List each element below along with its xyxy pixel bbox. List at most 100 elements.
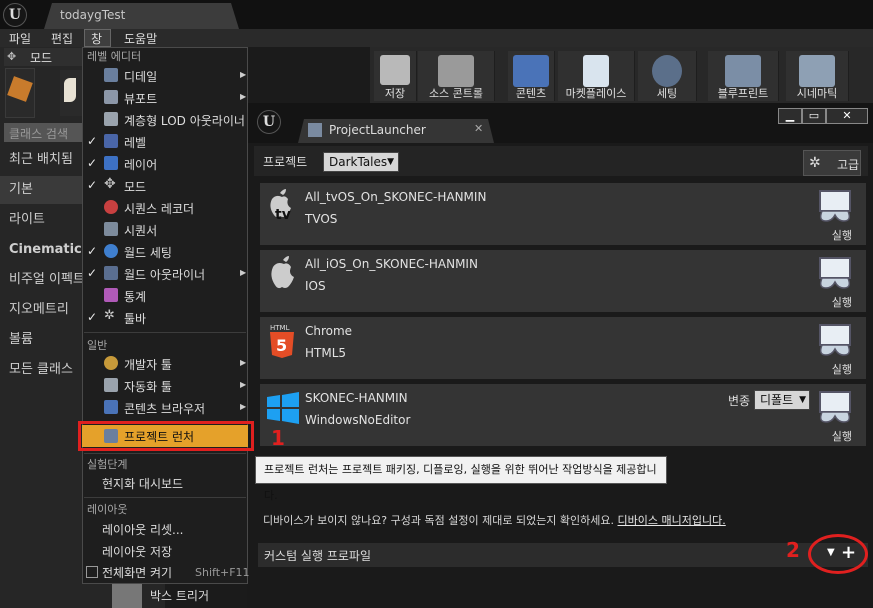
maximize-button[interactable]: ▭ xyxy=(802,108,826,124)
submenu-arrow-icon: ▶ xyxy=(240,380,247,389)
device-name: All_iOS_On_SKONEC-HANMIN xyxy=(305,257,478,271)
device-name: All_tvOS_On_SKONEC-HANMIN xyxy=(305,190,487,204)
place-mode-button[interactable] xyxy=(5,68,35,118)
section-layout: 레이아웃 xyxy=(87,503,128,516)
device-row-windows[interactable]: SKONEC-HANMIN WindowsNoEditor 변종 디폴트 ▼ 실… xyxy=(260,384,866,446)
menu-item-layers[interactable]: 레이어 xyxy=(124,156,157,173)
settings-button[interactable]: 세팅 xyxy=(638,51,697,101)
gamepad-icon[interactable] xyxy=(816,390,854,426)
settings-icon xyxy=(652,55,682,87)
modes-icon: ✥ xyxy=(104,176,116,192)
cinematics-label: 시네마틱 xyxy=(796,87,838,100)
menu-item-world-outliner[interactable]: 월드 아웃라이너 xyxy=(124,266,205,283)
blueprints-button[interactable]: 블루프린트 xyxy=(708,51,779,101)
project-dropdown[interactable]: DarkTales ▼ xyxy=(323,152,399,172)
launcher-unreal-logo-icon: U xyxy=(257,110,281,134)
section-experimental: 실험단계 xyxy=(87,458,128,471)
menu-item-modes[interactable]: 모드 xyxy=(124,178,146,195)
menu-file[interactable]: 파일 xyxy=(9,30,31,47)
menu-item-details[interactable]: 디테일 xyxy=(124,68,157,85)
menu-item-reset-layout[interactable]: 레이아웃 리셋... xyxy=(102,521,184,538)
menu-item-content-browser[interactable]: 콘텐츠 브라우저 xyxy=(124,400,205,417)
menu-item-statistics[interactable]: 통계 xyxy=(124,288,146,305)
submenu-arrow-icon: ▶ xyxy=(240,92,247,101)
advanced-button[interactable]: ✲ 고급 xyxy=(803,150,861,176)
marketplace-icon xyxy=(583,55,609,87)
marketplace-button[interactable]: 마켓플레이스 xyxy=(558,51,635,101)
layers-icon xyxy=(104,156,118,170)
check-icon: ✓ xyxy=(87,244,98,258)
place-mode-icon xyxy=(7,76,33,102)
modes-tab-label: 모드 xyxy=(30,51,53,65)
run-label[interactable]: 실행 xyxy=(832,428,852,444)
menu-item-levels[interactable]: 레벨 xyxy=(124,134,146,151)
gamepad-icon[interactable] xyxy=(816,189,854,225)
run-label[interactable]: 실행 xyxy=(832,227,852,243)
editor-tab[interactable]: todaygTest xyxy=(44,3,239,29)
gamepad-icon[interactable] xyxy=(816,323,854,359)
source-control-button[interactable]: 소스 콘트롤 xyxy=(418,51,495,101)
menu-item-save-layout[interactable]: 레이아웃 저장 xyxy=(102,543,172,560)
check-icon: ✓ xyxy=(87,178,98,192)
menu-item-developer-tools[interactable]: 개발자 툴 xyxy=(124,356,172,373)
menu-help[interactable]: 도움말 xyxy=(124,30,157,47)
unreal-logo-icon: U xyxy=(3,3,27,27)
menu-item-hlod-outliner[interactable]: 계층형 LOD 아웃라이너 xyxy=(124,112,245,129)
class-search-input[interactable]: 클래스 검색 xyxy=(4,123,82,142)
run-label[interactable]: 실행 xyxy=(832,294,852,310)
launcher-tab[interactable]: ProjectLauncher ✕ xyxy=(298,119,494,143)
editor-tab-title: todaygTest xyxy=(60,8,126,22)
menu-item-automation-tools[interactable]: 자동화 툴 xyxy=(124,378,172,395)
menu-item-sequence-recorder[interactable]: 시퀀스 레코더 xyxy=(124,200,194,217)
apple-icon xyxy=(266,256,298,292)
content-icon xyxy=(513,55,549,87)
menu-item-toolbar[interactable]: 툴바 xyxy=(124,310,146,327)
device-row-chrome[interactable]: HTML 5 Chrome HTML5 실행 xyxy=(260,317,866,379)
menu-item-world-settings[interactable]: 월드 세팅 xyxy=(124,244,172,261)
device-row-ios[interactable]: All_iOS_On_SKONEC-HANMIN IOS 실행 xyxy=(260,250,866,312)
annotation-marker-1: 1 xyxy=(271,426,285,450)
device-name: Chrome xyxy=(305,324,353,338)
device-row-tvos[interactable]: tv All_tvOS_On_SKONEC-HANMIN TVOS 실행 xyxy=(260,183,866,245)
box-trigger-icon xyxy=(112,584,142,608)
cinematics-button[interactable]: 시네마틱 xyxy=(786,51,849,101)
close-window-button[interactable]: ✕ xyxy=(826,108,868,124)
content-button[interactable]: 콘텐츠 xyxy=(508,51,555,101)
box-trigger-label[interactable]: 박스 트리거 xyxy=(150,587,209,604)
project-launcher-tooltip: 프로젝트 런처는 프로젝트 패키징, 디플로잉, 실행을 위한 뛰어난 작업방식… xyxy=(255,456,667,502)
menu-item-fullscreen[interactable]: 전체화면 켜기 xyxy=(102,564,172,581)
launcher-tab-close-icon[interactable]: ✕ xyxy=(474,122,483,135)
submenu-arrow-icon: ▶ xyxy=(240,268,247,277)
chevron-down-icon: ▼ xyxy=(387,157,394,167)
section-level-editor: 레벨 에디터 xyxy=(87,50,142,63)
apple-tv-icon: tv xyxy=(266,189,298,225)
levels-icon xyxy=(104,134,118,148)
save-button[interactable]: 저장 xyxy=(374,51,417,101)
svg-text:5: 5 xyxy=(276,336,287,355)
modes-tab[interactable]: ✥ 모드 xyxy=(4,48,82,66)
source-control-icon xyxy=(438,55,474,87)
marketplace-label: 마켓플레이스 xyxy=(565,87,627,100)
menu-item-sequencer[interactable]: 시퀀서 xyxy=(124,222,157,239)
menu-window[interactable]: 창 xyxy=(91,30,102,47)
menu-item-localization-dashboard[interactable]: 현지화 대시보드 xyxy=(102,475,183,492)
menu-edit[interactable]: 편집 xyxy=(51,30,73,47)
device-name: SKONEC-HANMIN xyxy=(305,391,408,405)
gamepad-icon[interactable] xyxy=(816,256,854,292)
menu-item-project-launcher[interactable]: 프로젝트 런처 xyxy=(82,425,248,447)
annotation-marker-2: 2 xyxy=(786,538,800,562)
html5-icon: HTML 5 xyxy=(266,323,298,359)
menu-item-viewports[interactable]: 뷰포트 xyxy=(124,90,157,107)
fullscreen-checkbox[interactable] xyxy=(86,566,98,578)
content-browser-icon xyxy=(104,400,118,414)
device-manager-link[interactable]: 디바이스 매니저입니다. xyxy=(618,514,726,527)
run-label[interactable]: 실행 xyxy=(832,361,852,377)
launcher-tab-title: ProjectLauncher xyxy=(329,123,426,137)
paint-mode-button[interactable] xyxy=(60,70,84,116)
variant-dropdown[interactable]: 디폴트 ▼ xyxy=(754,390,810,410)
svg-text:tv: tv xyxy=(275,207,291,223)
minimize-button[interactable]: ▁ xyxy=(778,108,802,124)
developer-tools-icon xyxy=(104,356,118,370)
device-help-message: 디바이스가 보이지 않나요? 구성과 독점 설정이 제대로 되었는지 확인하세요… xyxy=(263,514,615,527)
menu-item-project-launcher-label: 프로젝트 런처 xyxy=(124,430,195,444)
